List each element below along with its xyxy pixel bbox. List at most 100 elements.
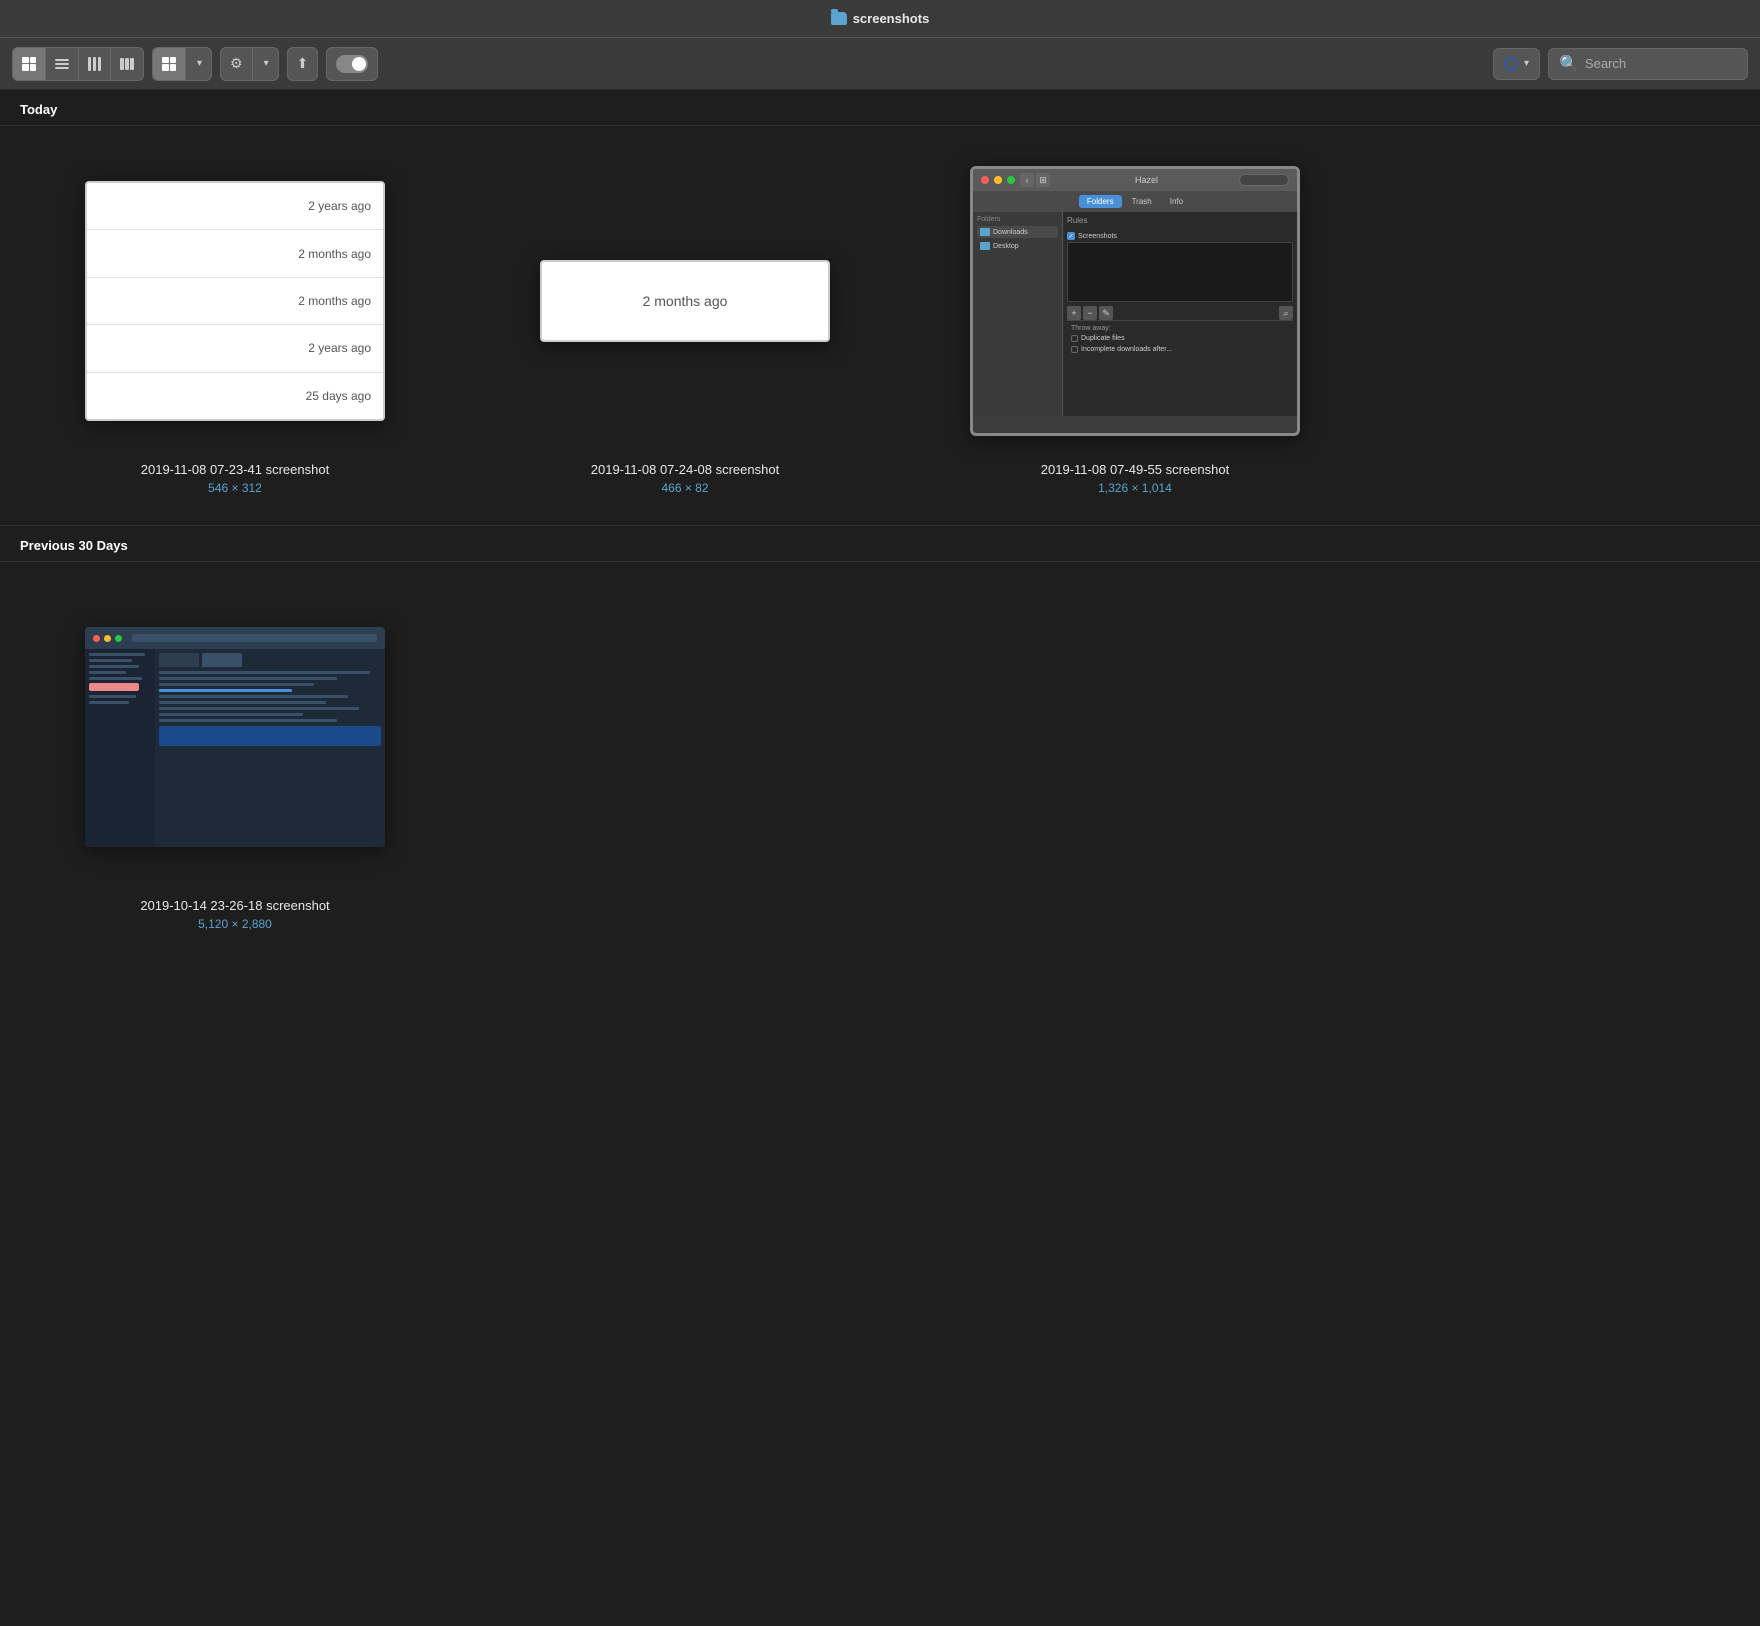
icon-view-button[interactable] [13, 48, 46, 80]
previous-30-grid: 2019-10-14 23-26-18 screenshot 5,120 × 2… [40, 592, 1720, 931]
hazel-remove-btn: − [1083, 306, 1097, 320]
hazel-throw-item-1: Duplicate files [1071, 335, 1289, 342]
hazel-desktop-label: Desktop [993, 243, 1019, 250]
share-group: ⬆ [287, 47, 319, 81]
hazel-title: Hazel [1059, 175, 1234, 185]
file-name-1: 2019-11-08 07-23-41 screenshot [141, 462, 329, 477]
hazel-search-btn: ⌕ [1279, 306, 1293, 320]
hazel-folder-icon [980, 228, 990, 236]
gallery-item-4[interactable]: 2019-10-14 23-26-18 screenshot 5,120 × 2… [40, 592, 430, 931]
hazel-screenshots-label: Screenshots [1078, 233, 1117, 240]
view-dropdown-button[interactable]: ▾ [186, 48, 211, 80]
thumbnail-wrapper-4 [40, 592, 430, 882]
hazel-throw-item-2: Incomplete downloads after... [1071, 346, 1289, 353]
hazel-sidebar: Folders Downloads Desktop [973, 212, 1063, 416]
today-label: Today [20, 102, 57, 117]
dot-yellow [104, 635, 111, 642]
chevron-down-icon-2: ▾ [264, 58, 269, 69]
hazel-close-dot [981, 176, 989, 184]
hazel-max-dot [1007, 176, 1015, 184]
grid-icon [22, 57, 36, 71]
file-dims-2: 466 × 82 [661, 481, 708, 495]
sidebar-line-5 [89, 677, 142, 680]
gallery-icon [162, 57, 176, 71]
title-bar: screenshots [0, 0, 1760, 38]
code-line-3 [159, 683, 314, 686]
view-mode-group-1 [12, 47, 144, 81]
gallery-view-button[interactable] [153, 48, 186, 80]
columns-view-button[interactable] [79, 48, 111, 80]
thumb-4-tabs [159, 653, 381, 667]
hazel-throw-label-1: Duplicate files [1081, 335, 1125, 342]
sidebar-line-3 [89, 665, 139, 668]
code-panel [159, 726, 381, 746]
filmstrip-view-button[interactable] [111, 48, 143, 80]
sidebar-line-6 [89, 695, 136, 698]
hazel-search [1239, 174, 1289, 186]
list-view-button[interactable] [46, 48, 79, 80]
thumb-1-row-1: 2 years ago [87, 183, 383, 230]
thumb-4-main [155, 649, 385, 847]
hazel-back-btn: ‹ [1020, 173, 1034, 187]
hazel-rules-header: Rules [1067, 216, 1087, 225]
settings-button[interactable]: ⚙ [221, 48, 253, 80]
code-line-4 [159, 695, 348, 698]
search-box[interactable]: 🔍 [1548, 48, 1748, 80]
hazel-edit-btn: ✎ [1099, 306, 1113, 320]
toggle-switch [336, 55, 368, 73]
toggle-button[interactable] [327, 48, 377, 80]
file-name-4: 2019-10-14 23-26-18 screenshot [140, 898, 329, 913]
gear-icon: ⚙ [230, 55, 243, 72]
sidebar-line-1 [89, 653, 145, 656]
hazel-nav-buttons: ‹ ⊞ [1020, 173, 1050, 187]
hazel-throw-title: Throw away: [1071, 325, 1289, 332]
previous-30-section-header: Previous 30 Days [0, 526, 1760, 562]
settings-dropdown-button[interactable]: ▾ [253, 48, 278, 80]
thumb-1-row-4: 2 years ago [87, 325, 383, 372]
thumb-2-text: 2 months ago [643, 293, 728, 309]
thumbnail-4 [85, 627, 385, 847]
code-line-7 [159, 713, 303, 716]
title-text: screenshots [853, 11, 930, 26]
hazel-tab-folders: Folders [1079, 195, 1122, 208]
hazel-uncheck-1 [1071, 335, 1078, 342]
search-input[interactable] [1585, 56, 1737, 71]
hazel-throw-items: Duplicate files Incomplete downloads aft… [1071, 335, 1289, 355]
gallery-item-3[interactable]: ‹ ⊞ Hazel Folders Trash Info [940, 156, 1330, 495]
hazel-rules-toolbar: + − ✎ ⌕ [1067, 306, 1293, 320]
today-gallery: 2 years ago 2 months ago 2 months ago 2 … [0, 126, 1760, 525]
content-area: Today 2 years ago 2 months ago [0, 90, 1760, 961]
code-line-8 [159, 719, 337, 722]
tab-2 [202, 653, 242, 667]
dot-red [93, 635, 100, 642]
toolbar-right: ⬡ ▾ 🔍 [1493, 48, 1748, 80]
sidebar-line-2 [89, 659, 132, 662]
code-highlight-line [159, 689, 292, 692]
gallery-item-2[interactable]: 2 months ago 2019-11-08 07-24-08 screens… [490, 156, 880, 495]
thumb-1-row-3: 2 months ago [87, 278, 383, 325]
dot-green [115, 635, 122, 642]
hazel-tabs: Folders Trash Info [973, 191, 1297, 212]
thumb-1-row-5: 25 days ago [87, 373, 383, 419]
hazel-body: Folders Downloads Desktop [973, 212, 1297, 416]
hazel-titlebar: ‹ ⊞ Hazel [973, 169, 1297, 191]
hazel-tab-trash: Trash [1124, 195, 1160, 208]
thumb-1-content: 2 years ago 2 months ago 2 months ago 2 … [87, 183, 383, 419]
thumbnail-wrapper-2: 2 months ago [490, 156, 880, 446]
dropbox-button[interactable]: ⬡ ▾ [1493, 48, 1540, 80]
hazel-uncheck-2 [1071, 346, 1078, 353]
thumb-4-header [85, 627, 385, 649]
gallery-item-1[interactable]: 2 years ago 2 months ago 2 months ago 2 … [40, 156, 430, 495]
search-icon: 🔍 [1559, 54, 1579, 74]
hazel-add-btn: + [1067, 306, 1081, 320]
hazel-throw-section: Throw away: Duplicate files [1067, 320, 1293, 359]
list-icon [55, 59, 69, 69]
file-dims-1: 546 × 312 [208, 481, 262, 495]
share-button[interactable]: ⬆ [288, 48, 318, 80]
hazel-tab-info: Info [1162, 195, 1191, 208]
hazel-sidebar-downloads: Downloads [977, 226, 1058, 238]
hazel-grid-btn: ⊞ [1036, 173, 1050, 187]
hazel-folder-icon-2 [980, 242, 990, 250]
thumbnail-2: 2 months ago [540, 260, 830, 342]
thumbnail-1: 2 years ago 2 months ago 2 months ago 2 … [85, 181, 385, 421]
